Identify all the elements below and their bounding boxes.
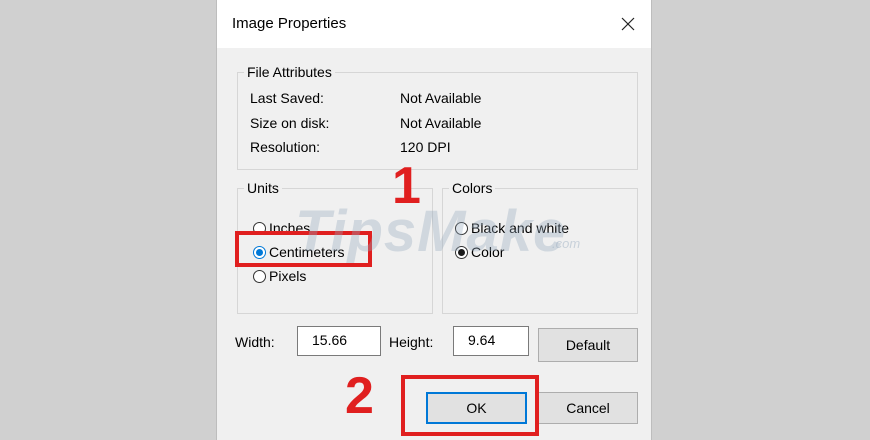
last-saved-label: Last Saved: [250, 90, 324, 106]
width-label: Width: [235, 334, 275, 350]
last-saved-value: Not Available [400, 90, 482, 106]
height-label: Height: [389, 334, 434, 350]
watermark-suffix: .com [552, 236, 581, 251]
width-input[interactable]: 15.66 [297, 326, 381, 356]
dialog-title: Image Properties [232, 15, 347, 32]
backdrop-right [652, 0, 870, 440]
close-button[interactable] [605, 0, 651, 48]
watermark-logo: TipsMake [295, 199, 567, 264]
size-on-disk-label: Size on disk: [250, 115, 330, 131]
close-icon [621, 17, 635, 31]
resolution-label: Resolution: [250, 139, 321, 155]
step-2-number: 2 [345, 367, 374, 425]
units-pixels-label: Pixels [269, 268, 307, 284]
title-bar: Image Properties [217, 0, 651, 48]
size-on-disk-value: Not Available [400, 115, 482, 131]
units-legend: Units [244, 179, 282, 197]
file-attributes-legend: File Attributes [244, 63, 335, 81]
ok-highlight [401, 375, 539, 436]
radio-unchecked-icon [253, 269, 266, 283]
units-pixels-radio[interactable]: Pixels [253, 268, 306, 284]
height-input[interactable]: 9.64 [453, 326, 529, 356]
colors-legend: Colors [449, 179, 496, 197]
backdrop-left [0, 0, 216, 440]
resolution-value: 120 DPI [400, 139, 451, 155]
file-attributes-group: File Attributes Last Saved: Not Availabl… [237, 63, 638, 170]
default-button[interactable]: Default [538, 328, 638, 362]
cancel-button[interactable]: Cancel [538, 392, 638, 424]
